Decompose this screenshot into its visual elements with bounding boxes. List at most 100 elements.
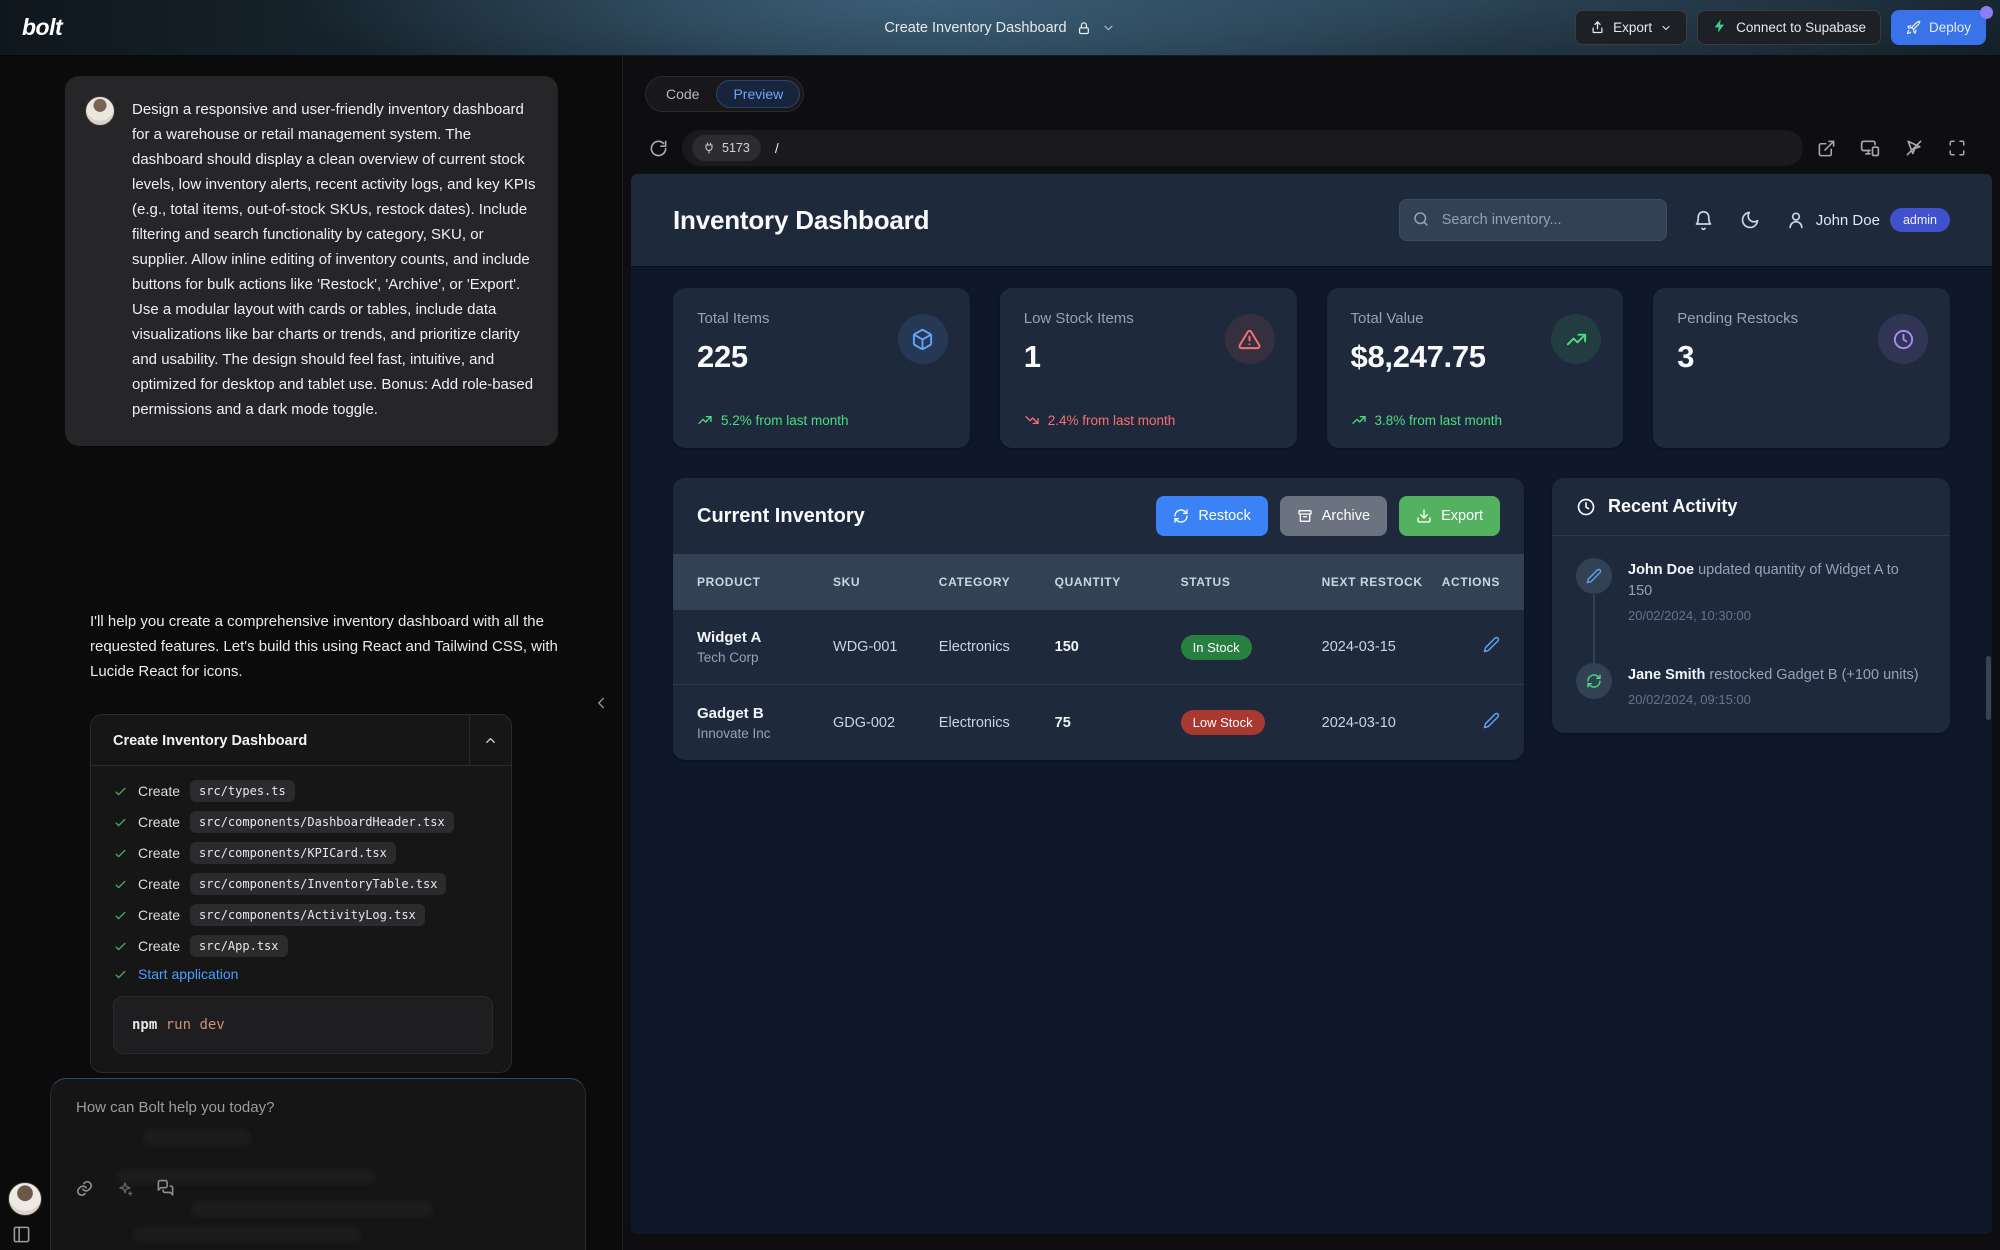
rocket-icon (1906, 20, 1921, 35)
tab-code[interactable]: Code (649, 80, 716, 108)
trending-up-icon (1551, 314, 1601, 364)
file-chip[interactable]: src/types.ts (190, 780, 295, 802)
archive-icon (1297, 508, 1313, 524)
activity-item: John Doe updated quantity of Widget A to… (1576, 558, 1926, 623)
refresh-icon (1576, 663, 1612, 699)
task-collapse-button[interactable] (469, 715, 511, 765)
dashboard-header: Inventory Dashboard John Doe admin (631, 174, 1992, 266)
export-button[interactable]: Export (1575, 10, 1687, 45)
port-number: 5173 (722, 141, 750, 155)
activity-title: Recent Activity (1608, 496, 1737, 517)
task-step: Create src/components/ActivityLog.tsx (113, 904, 493, 926)
kpi-card-total-items: Total Items 225 5.2% from last month (673, 288, 970, 448)
command-args: run dev (166, 1017, 225, 1033)
task-card-title: Create Inventory Dashboard (91, 715, 469, 765)
dashboard-title: Inventory Dashboard (673, 205, 929, 236)
lock-icon (1077, 21, 1092, 36)
user-icon (1786, 210, 1806, 230)
activity-timestamp: 20/02/2024, 10:30:00 (1628, 608, 1926, 623)
notification-dot (1980, 6, 1993, 19)
project-title: Create Inventory Dashboard (884, 20, 1066, 36)
project-title-group[interactable]: Create Inventory Dashboard (884, 0, 1115, 56)
restock-button[interactable]: Restock (1156, 496, 1267, 536)
chat-input-placeholder: How can Bolt help you today? (76, 1099, 274, 1116)
blurred-suggestion (133, 1227, 361, 1242)
kpi-card-pending-restocks: Pending Restocks 3 (1653, 288, 1950, 448)
deploy-label: Deploy (1929, 20, 1971, 35)
chat-panel: Design a responsive and user-friendly in… (0, 56, 622, 1250)
attach-link-icon[interactable] (75, 1179, 94, 1198)
deploy-button[interactable]: Deploy (1891, 10, 1986, 45)
download-icon (1416, 508, 1432, 524)
check-icon (113, 908, 128, 923)
user-menu[interactable]: John Doe admin (1786, 208, 1950, 232)
bell-icon[interactable] (1693, 210, 1714, 231)
blurred-suggestion (191, 1201, 433, 1217)
task-step: Create src/components/KPICard.tsx (113, 842, 493, 864)
url-bar[interactable]: 5173 / (682, 130, 1803, 166)
role-badge: admin (1890, 208, 1950, 232)
status-badge: In Stock (1181, 635, 1252, 660)
check-icon (113, 846, 128, 861)
search-input[interactable] (1399, 199, 1667, 241)
trending-up-icon (697, 412, 713, 428)
top-bar: bolt Create Inventory Dashboard Export C… (0, 0, 2000, 56)
clock-icon (1576, 497, 1596, 517)
scrollbar-thumb[interactable] (1986, 656, 1991, 720)
file-chip[interactable]: src/components/ActivityLog.tsx (190, 904, 425, 926)
file-chip[interactable]: src/components/KPICard.tsx (190, 842, 396, 864)
archive-button[interactable]: Archive (1280, 496, 1387, 536)
open-external-icon[interactable] (1817, 139, 1836, 158)
collapse-chat-button[interactable] (592, 694, 610, 712)
trending-down-icon (1024, 412, 1040, 428)
table-column-headers: PRODUCT SKU CATEGORY QUANTITY STATUS NEX… (673, 554, 1524, 610)
activity-item: Jane Smith restocked Gadget B (+100 unit… (1576, 663, 1926, 707)
package-icon (898, 314, 948, 364)
port-chip[interactable]: 5173 (692, 135, 761, 161)
reload-icon[interactable] (649, 139, 668, 158)
inventory-table-card: Current Inventory Restock Archive (673, 478, 1524, 760)
check-icon (113, 967, 128, 982)
edit-pencil-icon[interactable] (1438, 636, 1500, 658)
recent-activity-card: Recent Activity John Doe updated quantit… (1552, 478, 1950, 733)
activity-timestamp: 20/02/2024, 09:15:00 (1628, 692, 1919, 707)
table-row: Widget A Tech Corp WDG-001 Electronics 1… (673, 610, 1524, 685)
user-message: Design a responsive and user-friendly in… (65, 76, 558, 446)
url-path: / (775, 140, 779, 156)
responsive-devices-icon[interactable] (1860, 138, 1880, 158)
enhance-sparkles-icon[interactable] (116, 1180, 134, 1198)
check-icon (113, 815, 128, 830)
check-icon (113, 939, 128, 954)
edit-pencil-icon[interactable] (1438, 712, 1500, 734)
file-chip[interactable]: src/components/DashboardHeader.tsx (190, 811, 454, 833)
supabase-label: Connect to Supabase (1736, 20, 1866, 35)
clock-icon (1878, 314, 1928, 364)
preview-panel: Code Preview 5173 / Inven (622, 56, 2000, 1250)
file-chip[interactable]: src/components/InventoryTable.tsx (190, 873, 446, 895)
task-step: Create src/components/InventoryTable.tsx (113, 873, 493, 895)
kpi-card-total-value: Total Value $8,247.75 3.8% from last mon… (1327, 288, 1624, 448)
file-chip[interactable]: src/App.tsx (190, 935, 287, 957)
chat-input-box[interactable]: How can Bolt help you today? (50, 1078, 586, 1250)
chevron-down-icon (1660, 22, 1672, 34)
share-icon (1590, 20, 1605, 35)
sidebar-toggle-icon[interactable] (12, 1225, 31, 1244)
chevron-down-icon[interactable] (1102, 21, 1116, 35)
user-avatar (85, 96, 115, 126)
start-application-link[interactable]: Start application (138, 966, 238, 982)
task-step: Create src/App.tsx (113, 935, 493, 957)
inspect-pointer-off-icon[interactable] (1904, 138, 1924, 158)
connect-supabase-button[interactable]: Connect to Supabase (1697, 10, 1881, 45)
terminal-command-block: npm run dev (113, 996, 493, 1054)
fullscreen-icon[interactable] (1948, 139, 1966, 157)
tab-preview[interactable]: Preview (716, 80, 800, 108)
preview-app: Inventory Dashboard John Doe admin (631, 174, 1992, 1234)
task-card: Create Inventory Dashboard Create src/ty… (90, 714, 512, 1073)
dark-mode-moon-icon[interactable] (1740, 210, 1760, 230)
export-csv-button[interactable]: Export (1399, 496, 1500, 536)
account-avatar[interactable] (8, 1182, 42, 1216)
discuss-chat-icon[interactable] (156, 1179, 175, 1198)
supabase-bolt-icon (1712, 18, 1728, 37)
plug-icon (703, 142, 715, 154)
task-step: Create src/components/DashboardHeader.ts… (113, 811, 493, 833)
